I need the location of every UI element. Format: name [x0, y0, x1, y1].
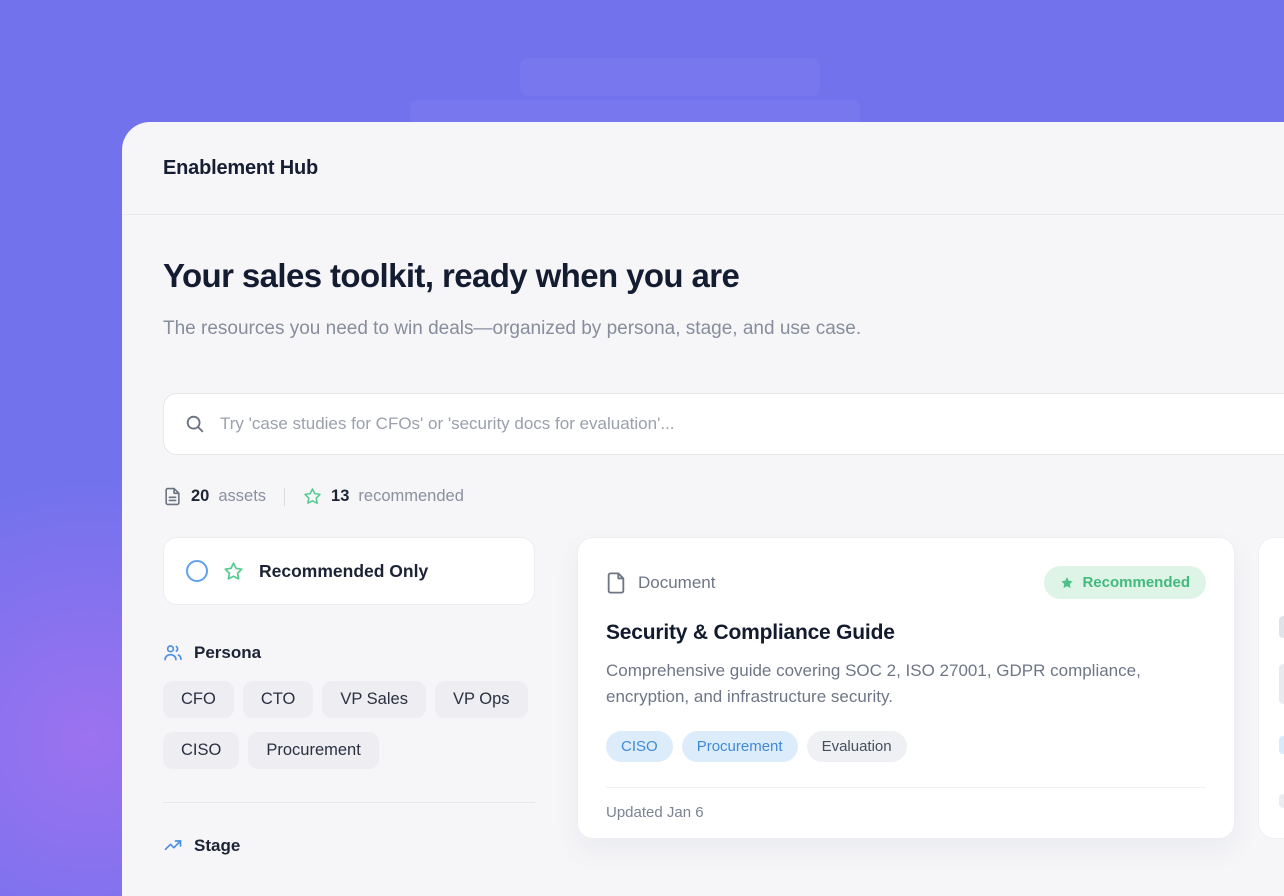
asset-description: Comprehensive guide covering SOC 2, ISO … [606, 658, 1196, 710]
asset-card-grid: Document Recommended Security & Complian… [577, 537, 1284, 856]
document-icon [163, 487, 182, 506]
asset-card-partial[interactable] [1258, 537, 1284, 839]
search-icon [184, 413, 206, 435]
filter-divider [163, 802, 535, 803]
partial-card-fragment [1279, 794, 1284, 808]
recommended-only-label: Recommended Only [259, 561, 428, 582]
partial-card-fragment [1279, 736, 1284, 754]
persona-filter-section: Persona CFOCTOVP SalesVP Ops CISOProcurem… [163, 643, 535, 769]
persona-chip[interactable]: CFO [163, 681, 234, 718]
star-filled-icon [1060, 576, 1074, 590]
stage-section-header: Stage [163, 836, 535, 856]
users-icon [163, 643, 183, 663]
assets-label: assets [218, 487, 266, 506]
persona-chip[interactable]: Procurement [248, 732, 378, 769]
asset-tag-list: CISO Procurement Evaluation [606, 731, 1206, 762]
star-icon [223, 561, 244, 582]
persona-chip[interactable]: CISO [163, 732, 239, 769]
main-panel: Enablement Hub Your sales toolkit, ready… [122, 122, 1284, 896]
asset-updated-date: Updated Jan 6 [606, 787, 1206, 821]
assets-count-stat: 20 assets [163, 487, 266, 506]
stats-divider [284, 488, 285, 506]
persona-chip[interactable]: VP Sales [322, 681, 426, 718]
stats-row: 20 assets 13 recommended [163, 487, 1284, 506]
search-bar[interactable] [163, 393, 1284, 455]
filter-sidebar: Recommended Only Persona CFOCTOVP SalesV… [163, 537, 535, 856]
asset-tag: Evaluation [807, 731, 907, 762]
persona-chip[interactable]: VP Ops [435, 681, 528, 718]
persona-section-label: Persona [194, 643, 261, 663]
asset-title: Security & Compliance Guide [606, 621, 1206, 645]
stage-filter-section: Stage [163, 836, 535, 856]
recommended-badge-label: Recommended [1082, 574, 1190, 591]
asset-tag: Procurement [682, 731, 798, 762]
recommended-count-stat: 13 recommended [303, 487, 464, 506]
recommended-label: recommended [358, 487, 463, 506]
recommended-only-toggle[interactable]: Recommended Only [163, 537, 535, 605]
background-ghost-shape [520, 58, 820, 96]
partial-card-fragment [1279, 616, 1284, 638]
page-subtitle: The resources you need to win deals—orga… [163, 311, 993, 347]
asset-card-security-compliance-guide[interactable]: Document Recommended Security & Complian… [577, 537, 1235, 839]
assets-count: 20 [191, 487, 209, 506]
panel-header: Enablement Hub [122, 122, 1284, 215]
asset-type-label: Document [638, 573, 715, 593]
trending-up-icon [163, 836, 183, 856]
recommended-count: 13 [331, 487, 349, 506]
search-input[interactable] [220, 414, 1284, 434]
page-title: Your sales toolkit, ready when you are [163, 257, 1284, 295]
partial-card-fragment [1279, 664, 1284, 704]
persona-chip[interactable]: CTO [243, 681, 314, 718]
file-icon [606, 572, 626, 594]
asset-tag: CISO [606, 731, 673, 762]
asset-type: Document [606, 572, 715, 594]
recommended-badge: Recommended [1044, 566, 1206, 599]
star-icon [303, 487, 322, 506]
persona-chip-list: CFOCTOVP SalesVP Ops CISOProcurement [163, 681, 535, 769]
stage-section-label: Stage [194, 836, 240, 856]
app-title: Enablement Hub [163, 157, 318, 180]
radio-unchecked-icon[interactable] [186, 560, 208, 582]
persona-section-header: Persona [163, 643, 535, 663]
